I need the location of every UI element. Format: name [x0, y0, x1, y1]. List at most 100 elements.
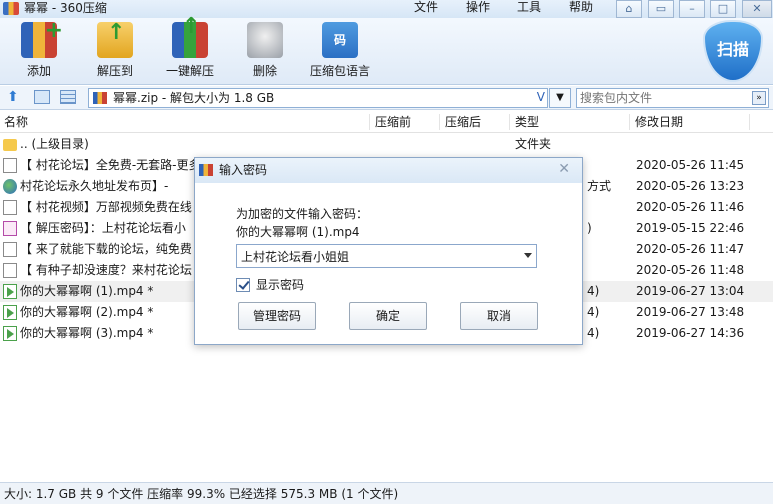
text-file-icon	[3, 158, 17, 173]
search-box[interactable]: »	[576, 88, 769, 108]
extract-to-button[interactable]: 解压到	[92, 20, 138, 79]
file-name: 你的大幂幂啊 (1).mp4 *	[20, 284, 154, 298]
add-button[interactable]: 添加	[18, 18, 63, 79]
maximize-icon[interactable]: □	[710, 0, 736, 18]
file-date: 2020-05-26 11:48	[636, 263, 745, 277]
text-file-icon	[3, 200, 17, 215]
archive-language-icon: 码	[322, 22, 358, 58]
path-text: 幂幂.zip - 解包大小为 1.8 GB	[113, 91, 275, 105]
file-type: 4)	[587, 326, 600, 340]
delete-icon	[247, 22, 283, 58]
path-field[interactable]: 幂幂.zip - 解包大小为 1.8 GB V	[88, 88, 548, 108]
file-name: 你的大幂幂啊 (2).mp4 *	[20, 305, 154, 319]
cancel-button[interactable]: 取消	[460, 302, 538, 330]
encrypted-file-name: 你的大幂幂啊 (1).mp4	[236, 225, 360, 239]
search-icon[interactable]: »	[752, 91, 766, 105]
dialog-title: 输入密码	[219, 163, 268, 177]
toolbar: 添加 解压到 一键解压 删除 码 压缩包语言	[0, 14, 773, 85]
one-click-extract-label: 一键解压	[165, 64, 214, 78]
file-type: 4)	[587, 305, 600, 319]
video-file-icon	[3, 284, 17, 299]
title-bar: 幂幂 - 360压缩 文件 操作 工具 帮助 ⌂ ▭ – □ ✕	[0, 0, 773, 18]
show-password-checkbox[interactable]	[236, 278, 250, 292]
status-text: 大小: 1.7 GB 共 9 个文件 压缩率 99.3% 已经选择 575.3 …	[4, 487, 399, 501]
video-file-icon	[3, 326, 17, 341]
file-date: 2020-05-26 11:47	[636, 242, 745, 256]
file-name: 【 村花视频】万部视频免费在线	[20, 200, 192, 214]
chevron-down-icon[interactable]: V	[537, 90, 545, 104]
one-click-extract-button[interactable]: 一键解压	[162, 14, 218, 79]
menu-operation[interactable]: 操作	[466, 0, 490, 14]
column-header: 名称 压缩前 压缩后 类型 修改日期	[0, 111, 773, 133]
close-icon[interactable]: ✕	[558, 160, 570, 178]
col-modified[interactable]: 修改日期	[635, 114, 683, 130]
file-name: 【 解压密码】：上村花论坛看小	[20, 221, 186, 235]
show-password-label[interactable]: 显示密码	[256, 277, 304, 293]
col-type[interactable]: 类型	[515, 114, 539, 130]
web-link-icon	[3, 179, 17, 194]
search-input[interactable]	[580, 90, 740, 106]
file-type: 文件夹	[515, 137, 552, 151]
password-dialog: 输入密码 ✕ 为加密的文件输入密码： 你的大幂幂啊 (1).mp4 显示密码 管…	[194, 157, 583, 345]
delete-button[interactable]: 删除	[244, 22, 286, 79]
path-dropdown-icon[interactable]: ▼	[549, 88, 571, 108]
minimize-icon[interactable]: –	[679, 0, 705, 18]
window-title: 幂幂 - 360压缩	[24, 1, 107, 15]
folder-icon	[3, 139, 17, 151]
file-name: .. (上级目录)	[20, 137, 89, 151]
status-bar: 大小: 1.7 GB 共 9 个文件 压缩率 99.3% 已经选择 575.3 …	[0, 482, 773, 504]
list-item[interactable]: .. (上级目录) 文件夹	[0, 134, 773, 155]
file-name: 【 村花论坛】全免费-无套路-更多	[20, 158, 201, 172]
ok-button[interactable]: 确定	[349, 302, 427, 330]
archive-language-label: 压缩包语言	[309, 64, 370, 78]
col-original-size[interactable]: 压缩前	[375, 114, 411, 130]
password-input[interactable]	[241, 246, 511, 266]
zip-file-icon	[93, 92, 107, 104]
file-date: 2019-06-27 13:04	[636, 284, 745, 298]
file-date: 2019-06-27 14:36	[636, 326, 745, 340]
file-name: 【 有种子却没速度？来村花论坛	[20, 263, 192, 277]
add-archive-icon	[21, 18, 63, 58]
menu-file[interactable]: 文件	[414, 0, 438, 14]
one-click-extract-icon	[172, 14, 208, 58]
col-compressed-size[interactable]: 压缩后	[445, 114, 481, 130]
file-date: 2019-05-15 22:46	[636, 221, 745, 235]
menu-help[interactable]: 帮助	[569, 0, 593, 14]
up-arrow-icon[interactable]: ⬆	[7, 90, 19, 104]
zip-file-icon	[199, 164, 213, 176]
chevron-down-icon[interactable]	[524, 253, 532, 258]
address-bar: ⬆ 幂幂.zip - 解包大小为 1.8 GB V ▼ »	[0, 86, 773, 110]
file-type: 4)	[587, 284, 600, 298]
file-name: 你的大幂幂啊 (3).mp4 *	[20, 326, 154, 340]
skin-icon[interactable]: ▭	[648, 0, 674, 18]
text-file-icon	[3, 242, 17, 257]
password-prompt: 为加密的文件输入密码：	[236, 207, 369, 221]
file-date: 2020-05-26 11:45	[636, 158, 745, 172]
file-name: 村花论坛永久地址发布页】-	[20, 179, 169, 193]
col-name[interactable]: 名称	[4, 114, 28, 130]
dialog-header: 输入密码 ✕	[195, 158, 582, 183]
image-file-icon	[3, 221, 17, 236]
file-date: 2019-06-27 13:48	[636, 305, 745, 319]
text-file-icon	[3, 263, 17, 278]
file-type: 方式	[587, 179, 612, 193]
password-combobox[interactable]	[236, 244, 537, 268]
delete-label: 删除	[252, 64, 277, 78]
manage-password-button[interactable]: 管理密码	[238, 302, 316, 330]
dialog-body: 为加密的文件输入密码： 你的大幂幂啊 (1).mp4 显示密码 管理密码 确定 …	[195, 183, 582, 344]
home-icon[interactable]: ⌂	[616, 0, 642, 18]
add-label: 添加	[26, 64, 51, 78]
close-icon[interactable]: ✕	[742, 0, 772, 18]
view-list-icon[interactable]	[60, 90, 76, 104]
app-logo-icon	[3, 2, 19, 15]
archive-language-button[interactable]: 码 压缩包语言	[308, 22, 372, 79]
video-file-icon	[3, 305, 17, 320]
file-name: 【 来了就能下载的论坛，纯免费	[20, 242, 192, 256]
file-type: )	[587, 221, 592, 235]
file-date: 2020-05-26 13:23	[636, 179, 745, 193]
file-date: 2020-05-26 11:46	[636, 200, 745, 214]
menu-tools[interactable]: 工具	[517, 0, 541, 14]
extract-to-label: 解压到	[96, 64, 133, 78]
extract-to-icon	[97, 20, 133, 58]
view-large-icon[interactable]	[34, 90, 50, 104]
